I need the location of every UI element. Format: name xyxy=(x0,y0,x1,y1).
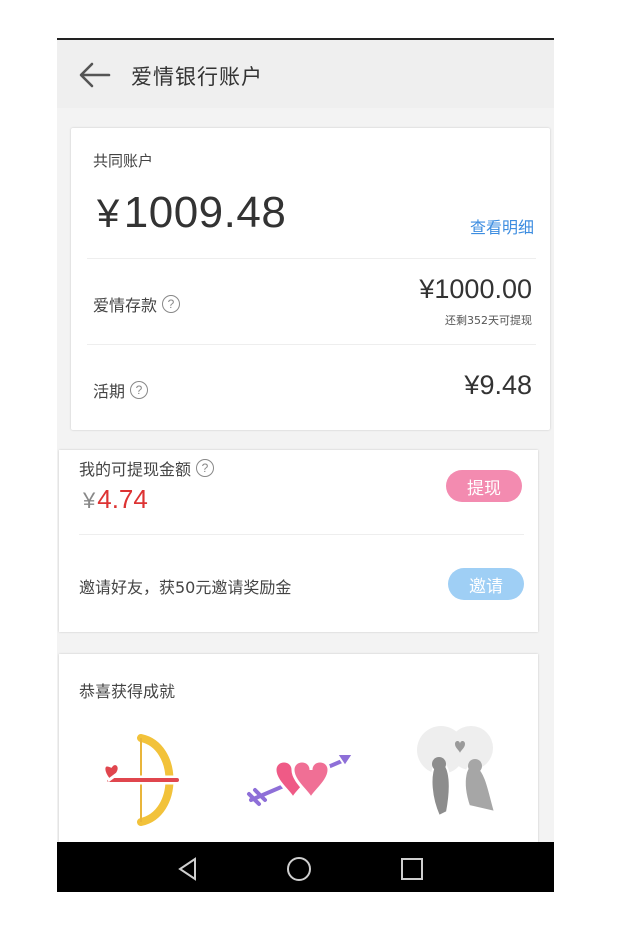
nav-recents-button[interactable] xyxy=(397,854,427,884)
invite-button[interactable]: 邀请 xyxy=(448,568,524,600)
lovebirds-badge-icon xyxy=(417,726,497,818)
back-button[interactable] xyxy=(77,60,113,90)
divider xyxy=(79,534,524,535)
hearts-arrow-badge-icon xyxy=(246,753,355,806)
love-deposit-value: ¥1000.00 xyxy=(419,274,532,304)
back-triangle-icon xyxy=(178,857,196,881)
achievements-card: 恭喜获得成就 xyxy=(59,654,538,854)
recents-square-icon xyxy=(401,858,423,880)
current-label: 活期 xyxy=(93,382,126,401)
withdraw-button[interactable]: 提现 xyxy=(446,470,522,502)
love-deposit-label: 爱情存款 xyxy=(93,296,158,315)
joint-account-label: 共同账户 xyxy=(93,152,154,170)
withdrawable-label: 我的可提现金额 xyxy=(79,460,192,479)
help-icon[interactable]: ? xyxy=(162,295,181,313)
joint-account-balance: ¥1009.48 xyxy=(97,188,286,238)
love-deposit-note: 还剩352天可提现 xyxy=(445,314,532,327)
nav-home-button[interactable] xyxy=(284,854,314,884)
currency-symbol: ¥ xyxy=(97,192,120,236)
arrow-left-icon xyxy=(79,62,111,88)
currency-symbol: ¥ xyxy=(83,488,96,513)
balance-value: 1009.48 xyxy=(123,188,287,237)
help-icon[interactable]: ? xyxy=(196,459,215,477)
phone-screen: 爱情银行账户 共同账户 ¥1009.48 查看明细 爱情存款 ? ¥1000.0… xyxy=(57,38,554,892)
withdraw-card: 我的可提现金额 ? ¥4.74 提现 邀请好友，获50元邀请奖励金 邀请 xyxy=(59,450,538,632)
withdrawable-value: 4.74 xyxy=(97,484,148,514)
page-title: 爱情银行账户 xyxy=(131,65,263,89)
achievements-title: 恭喜获得成就 xyxy=(79,682,176,701)
current-row-label: 活期 ? xyxy=(93,378,149,402)
divider xyxy=(87,344,536,345)
withdrawable-amount: ¥4.74 xyxy=(83,484,148,515)
home-circle-icon xyxy=(287,857,311,881)
current-value: ¥9.48 xyxy=(464,370,532,400)
app-header: 爱情银行账户 xyxy=(57,40,554,108)
joint-account-card: 共同账户 ¥1009.48 查看明细 爱情存款 ? ¥1000.00 还剩352… xyxy=(71,128,550,430)
withdrawable-label-row: 我的可提现金额 ? xyxy=(79,456,215,480)
help-icon[interactable]: ? xyxy=(130,381,149,399)
love-deposit-row-label: 爱情存款 ? xyxy=(93,292,181,316)
cupid-bow-badge-icon xyxy=(102,732,182,828)
view-details-link[interactable]: 查看明细 xyxy=(470,214,534,238)
invite-text: 邀请好友，获50元邀请奖励金 xyxy=(79,578,292,597)
nav-back-button[interactable] xyxy=(173,854,203,884)
system-nav-bar xyxy=(57,842,554,892)
divider xyxy=(87,258,536,259)
